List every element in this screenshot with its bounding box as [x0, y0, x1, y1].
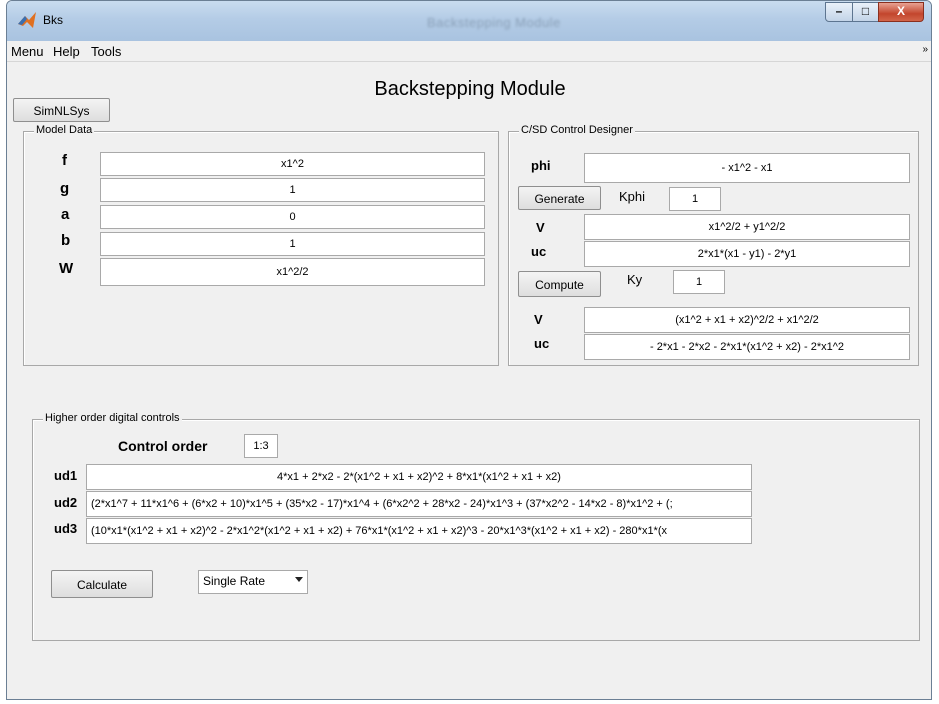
ud3-label: ud3 — [54, 521, 78, 536]
f-label: f — [62, 152, 67, 169]
ud2-field[interactable]: (2*x1^7 + 11*x1^6 + (6*x2 + 10)*x1^5 + (… — [86, 491, 752, 517]
uc2-field[interactable]: - 2*x1 - 2*x2 - 2*x1*(x1^2 + x2) - 2*x1^… — [584, 334, 910, 360]
window-title: Bks — [43, 13, 64, 27]
title-bar: Bks Backstepping Module – □ X — [7, 1, 931, 41]
simnlsys-button[interactable]: SimNLSys — [13, 98, 110, 122]
g-field[interactable]: 1 — [100, 178, 485, 202]
menu-item-menu[interactable]: Menu — [11, 44, 44, 59]
rate-select[interactable]: Single Rate — [198, 570, 308, 594]
control-order-label: Control order — [118, 438, 208, 454]
menu-bar: Menu Help Tools » — [7, 41, 931, 62]
phi-field[interactable]: - x1^2 - x1 — [584, 153, 910, 183]
window-title-center: Backstepping Module — [427, 15, 561, 30]
maximize-button[interactable]: □ — [852, 2, 879, 22]
menu-item-tools[interactable]: Tools — [91, 44, 121, 59]
minimize-icon: – — [835, 4, 843, 18]
v1-field[interactable]: x1^2/2 + y1^2/2 — [584, 214, 910, 240]
close-icon: X — [896, 4, 905, 18]
a-field[interactable]: 0 — [100, 205, 485, 229]
w-field[interactable]: x1^2/2 — [100, 258, 485, 286]
page-title: Backstepping Module — [374, 78, 566, 100]
close-button[interactable]: X — [878, 2, 924, 22]
uc1-field[interactable]: 2*x1*(x1 - y1) - 2*y1 — [584, 241, 910, 267]
figure-window: Bks Backstepping Module – □ X Menu Help … — [6, 0, 932, 700]
b-label: b — [61, 232, 71, 249]
chevron-down-icon — [295, 577, 303, 582]
rate-select-value: Single Rate — [203, 574, 266, 588]
a-label: a — [61, 206, 70, 223]
ud2-label: ud2 — [54, 495, 78, 510]
model-data-title: Model Data — [34, 124, 95, 136]
minimize-button[interactable]: – — [825, 2, 853, 22]
control-designer-title: C/SD Control Designer — [519, 124, 635, 136]
v1-label: V — [536, 220, 545, 235]
b-field[interactable]: 1 — [100, 232, 485, 256]
digital-controls-panel: Higher order digital controls Control or… — [32, 412, 920, 641]
ud1-label: ud1 — [54, 468, 78, 483]
maximize-icon: □ — [861, 4, 870, 18]
model-data-panel: Model Data f x1^2 g 1 a 0 b 1 W x1^2/2 — [23, 124, 499, 366]
generate-button[interactable]: Generate — [518, 186, 601, 210]
matlab-icon — [18, 12, 36, 28]
control-designer-panel: C/SD Control Designer phi - x1^2 - x1 Ge… — [508, 124, 919, 366]
compute-button[interactable]: Compute — [518, 271, 601, 297]
v2-label: V — [534, 312, 543, 327]
figure-area: Backstepping Module SimNLSys Model Data … — [7, 62, 931, 699]
ud1-field[interactable]: 4*x1 + 2*x2 - 2*(x1^2 + x1 + x2)^2 + 8*x… — [86, 464, 752, 490]
ud3-field[interactable]: (10*x1*(x1^2 + x1 + x2)^2 - 2*x1^2*(x1^2… — [86, 518, 752, 544]
digital-controls-title: Higher order digital controls — [43, 412, 182, 424]
uc1-label: uc — [531, 244, 547, 259]
kphi-label: Kphi — [619, 189, 646, 204]
ky-field[interactable]: 1 — [673, 270, 725, 294]
v2-field[interactable]: (x1^2 + x1 + x2)^2/2 + x1^2/2 — [584, 307, 910, 333]
menu-item-help[interactable]: Help — [53, 44, 80, 59]
f-field[interactable]: x1^2 — [100, 152, 485, 176]
menu-overflow-icon[interactable]: » — [922, 44, 928, 55]
kphi-field[interactable]: 1 — [669, 187, 721, 211]
g-label: g — [60, 180, 70, 197]
calculate-button[interactable]: Calculate — [51, 570, 153, 598]
phi-label: phi — [531, 158, 551, 173]
w-label: W — [59, 260, 74, 277]
uc2-label: uc — [534, 336, 550, 351]
ky-label: Ky — [627, 272, 643, 287]
control-order-field[interactable]: 1:3 — [244, 434, 278, 458]
